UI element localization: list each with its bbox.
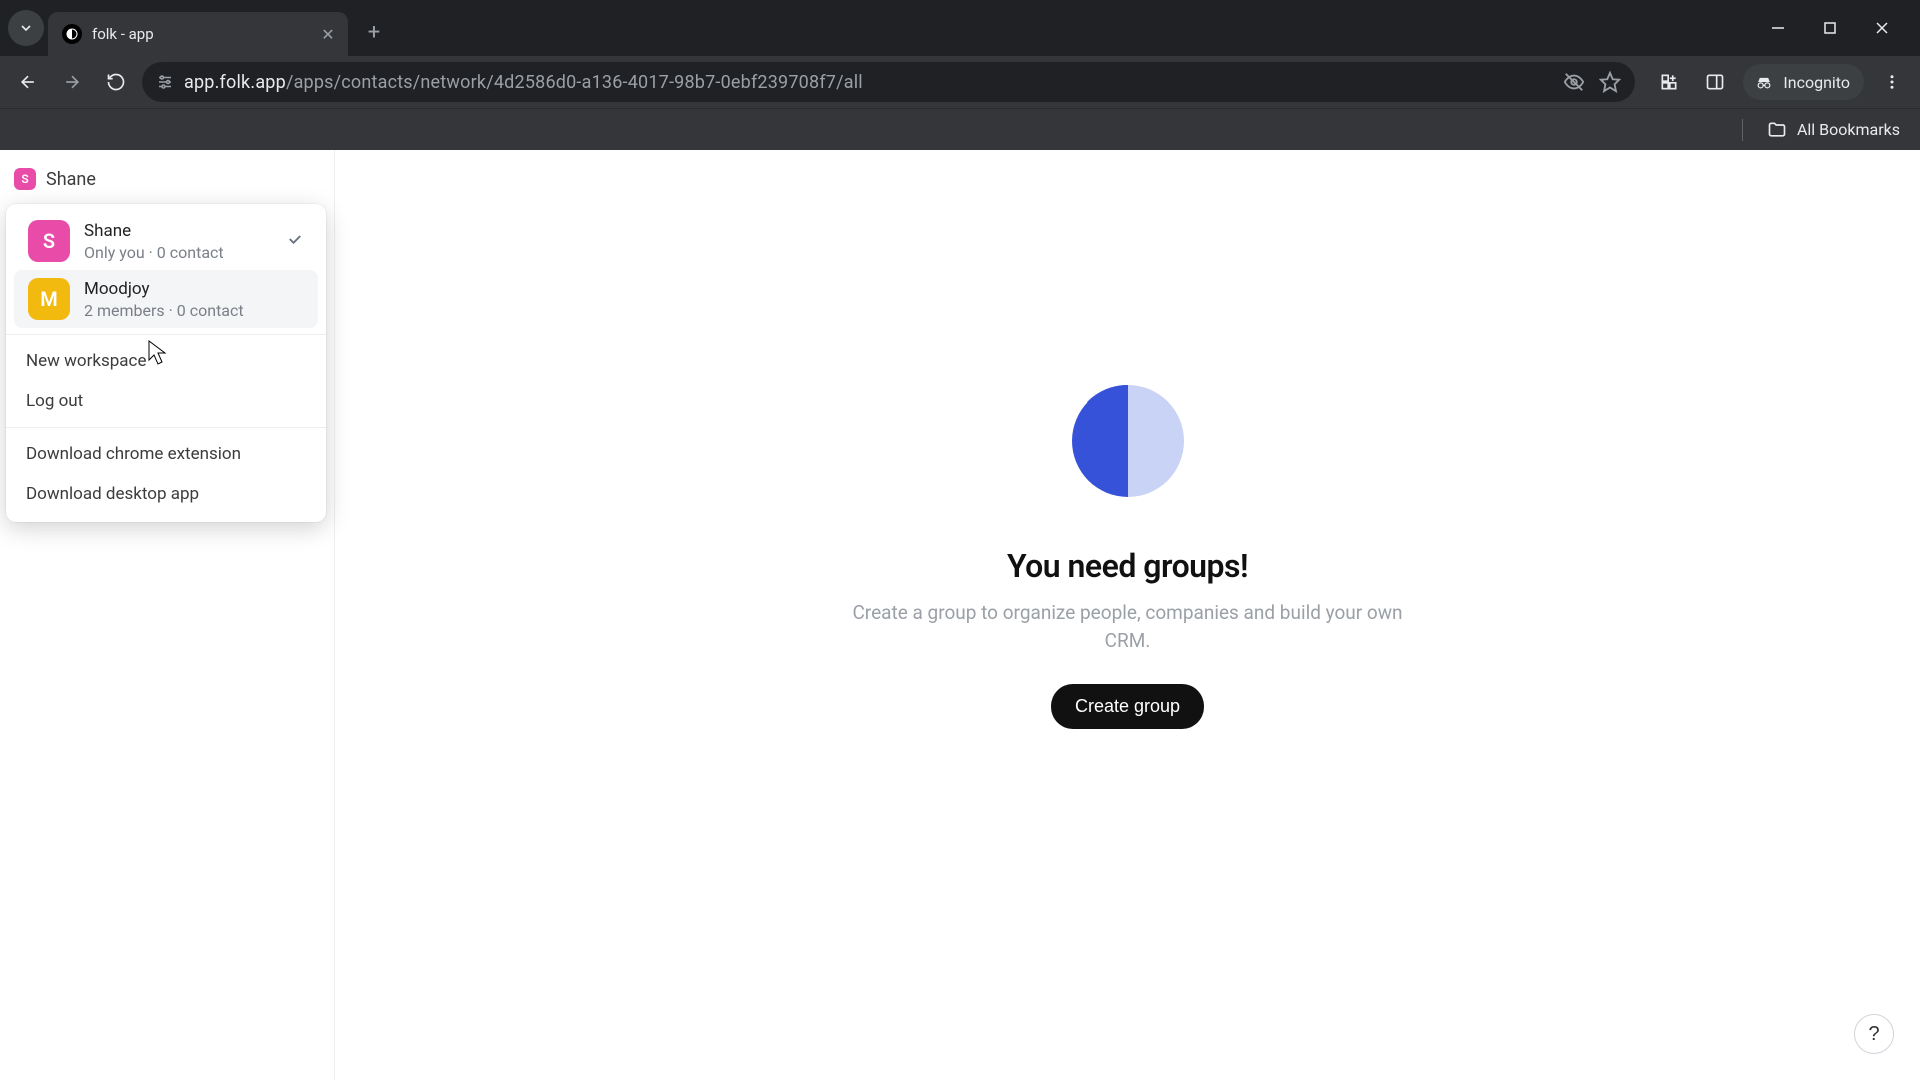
folder-icon: [1767, 120, 1787, 140]
divider: [6, 334, 326, 335]
back-button[interactable]: [10, 64, 46, 100]
browser-menu-button[interactable]: [1874, 64, 1910, 100]
create-group-button[interactable]: Create group: [1051, 684, 1204, 729]
maximize-button[interactable]: [1816, 14, 1844, 42]
sidepanel-button[interactable]: [1697, 64, 1733, 100]
bookmarks-bar: All Bookmarks: [0, 108, 1920, 150]
star-icon[interactable]: [1599, 71, 1621, 93]
help-button[interactable]: ?: [1854, 1014, 1894, 1054]
workspace-item-name: Shane: [84, 221, 272, 241]
empty-state: You need groups! Create a group to organ…: [848, 381, 1408, 729]
app-viewport: S Shane S Shane Only you · 0 contact M M…: [0, 150, 1920, 1080]
incognito-badge[interactable]: Incognito: [1743, 64, 1864, 100]
workspace-avatar: M: [28, 278, 70, 320]
workspace-item-subtitle: Only you · 0 contact: [84, 243, 272, 262]
workspace-avatar: S: [28, 220, 70, 262]
incognito-icon: [1753, 71, 1775, 93]
divider: [6, 427, 326, 428]
tab-search-button[interactable]: [8, 10, 44, 46]
new-workspace-action[interactable]: New workspace: [6, 341, 326, 381]
empty-state-title: You need groups!: [848, 547, 1408, 585]
minimize-button[interactable]: [1764, 14, 1792, 42]
forward-button[interactable]: [54, 64, 90, 100]
url-text: app.folk.app/apps/contacts/network/4d258…: [184, 72, 863, 93]
workspace-item-subtitle: 2 members · 0 contact: [84, 301, 304, 320]
workspace-item-moodjoy[interactable]: M Moodjoy 2 members · 0 contact: [14, 270, 318, 328]
new-tab-button[interactable]: +: [356, 14, 392, 50]
workspace-name: Shane: [46, 169, 96, 190]
workspace-item-shane[interactable]: S Shane Only you · 0 contact: [14, 212, 318, 270]
workspace-switcher-button[interactable]: S Shane: [14, 168, 320, 190]
tab-close-button[interactable]: ✕: [318, 24, 338, 44]
logout-action[interactable]: Log out: [6, 381, 326, 421]
sidebar: S Shane S Shane Only you · 0 contact M M…: [0, 150, 335, 1080]
groups-illustration-icon: [1068, 381, 1188, 501]
workspace-item-name: Moodjoy: [84, 279, 304, 299]
reload-button[interactable]: [98, 64, 134, 100]
address-bar[interactable]: app.folk.app/apps/contacts/network/4d258…: [142, 62, 1635, 102]
incognito-label: Incognito: [1783, 73, 1850, 92]
eye-off-icon[interactable]: [1563, 71, 1585, 93]
browser-tab[interactable]: folk - app ✕: [48, 12, 348, 56]
window-controls: [1764, 14, 1912, 42]
empty-state-subtitle: Create a group to organize people, compa…: [848, 599, 1408, 654]
extensions-button[interactable]: [1651, 64, 1687, 100]
all-bookmarks-link[interactable]: All Bookmarks: [1797, 120, 1900, 139]
browser-toolbar: app.folk.app/apps/contacts/network/4d258…: [0, 56, 1920, 108]
chevron-down-icon: [18, 20, 34, 36]
tab-favicon-icon: [62, 24, 82, 44]
main-content: You need groups! Create a group to organ…: [335, 150, 1920, 1080]
divider: [1742, 119, 1743, 141]
check-icon: [286, 230, 304, 252]
download-desktop-app-action[interactable]: Download desktop app: [6, 474, 326, 514]
download-chrome-extension-action[interactable]: Download chrome extension: [6, 434, 326, 474]
browser-tab-strip: folk - app ✕ +: [0, 0, 1920, 56]
site-settings-icon[interactable]: [156, 73, 174, 91]
workspace-avatar: S: [14, 168, 36, 190]
tab-title: folk - app: [92, 25, 308, 43]
workspace-menu: S Shane Only you · 0 contact M Moodjoy 2…: [6, 204, 326, 522]
close-window-button[interactable]: [1868, 14, 1896, 42]
